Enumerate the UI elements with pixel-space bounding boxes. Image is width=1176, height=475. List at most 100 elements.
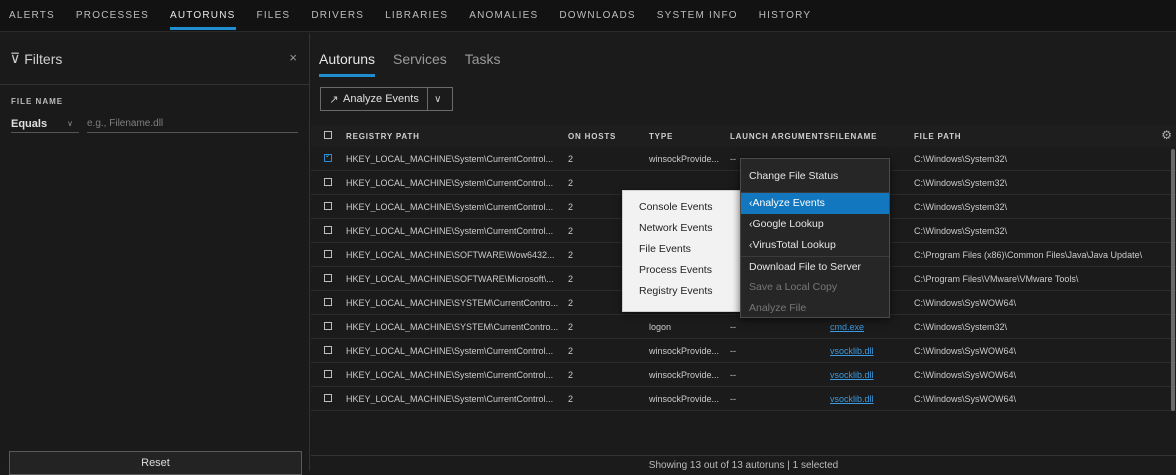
menu-process-events[interactable]: Process Events (623, 260, 747, 281)
nav-history[interactable]: HISTORY (759, 0, 812, 32)
close-icon[interactable]: × (289, 50, 297, 65)
funnel-icon: ⊽ (10, 50, 21, 66)
nav-anomalies[interactable]: ANOMALIES (469, 0, 538, 32)
filename-input[interactable]: e.g., Filename.dll (87, 115, 298, 133)
file-name-label: FILE NAME (11, 97, 64, 106)
nav-processes[interactable]: PROCESSES (76, 0, 149, 32)
column-registry-path[interactable]: REGISTRY PATH (346, 132, 568, 141)
top-navigation: ALERTS PROCESSES AUTORUNS FILES DRIVERS LIBRA… (0, 0, 1176, 32)
menu-analyze-events[interactable]: ‹Analyze Events (741, 193, 889, 214)
cell-type: winsockProvide... (649, 393, 720, 404)
nav-downloads[interactable]: DOWNLOADS (559, 0, 635, 32)
filters-title: Filters (24, 50, 63, 67)
gear-icon[interactable]: ⚙ (1161, 128, 1172, 142)
cell-type: winsockProvide... (649, 345, 720, 356)
filename-link[interactable]: vsocklib.dll (830, 370, 874, 380)
cell-on-hosts: 2 (568, 345, 574, 356)
cell-file-path: C:\Windows\SysWOW64\ (914, 297, 1017, 308)
column-filename[interactable]: FILENAME (830, 132, 914, 141)
checkbox-icon (324, 273, 332, 282)
cell-file-path: C:\Windows\SysWOW64\ (914, 369, 1017, 380)
cell-filename: vsocklib.dll (830, 394, 914, 404)
row-checkbox[interactable] (311, 369, 346, 380)
analyze-events-button[interactable]: ↗ Analyze Events ∨ (320, 87, 453, 111)
checkbox-icon (324, 369, 332, 378)
table-row[interactable]: HKEY_LOCAL_MACHINE\System\CurrentControl… (311, 387, 1176, 411)
row-checkbox[interactable] (311, 153, 346, 164)
select-all-checkbox[interactable] (311, 131, 346, 141)
row-checkbox[interactable] (311, 225, 346, 236)
chevron-down-icon[interactable]: ∨ (428, 94, 448, 105)
filename-link[interactable]: vsocklib.dll (830, 346, 874, 356)
menu-virustotal-lookup[interactable]: ‹VirusTotal Lookup (741, 235, 889, 256)
cell-filename: vsocklib.dll (830, 370, 914, 380)
cell-on-hosts: 2 (568, 369, 574, 380)
menu-virustotal-lookup-label: VirusTotal Lookup (752, 239, 836, 251)
row-checkbox[interactable] (311, 321, 346, 332)
menu-change-file-status[interactable]: Change File Status (741, 159, 889, 193)
cell-registry-path: HKEY_LOCAL_MACHINE\System\CurrentControl… (346, 153, 554, 164)
menu-analyze-file: Analyze File (749, 302, 807, 314)
menu-google-lookup[interactable]: ‹Google Lookup (741, 214, 889, 235)
scrollbar[interactable] (1171, 149, 1175, 411)
menu-file-events[interactable]: File Events (623, 239, 747, 260)
cell-on-hosts: 2 (568, 177, 574, 188)
cell-type: winsockProvide... (649, 369, 720, 380)
menu-save-local-copy: Save a Local Copy (749, 281, 838, 293)
cell-launch-arguments: -- (730, 393, 736, 404)
operator-select[interactable]: Equals ∨ (11, 115, 79, 133)
table-row[interactable]: HKEY_LOCAL_MACHINE\System\CurrentControl… (311, 363, 1176, 387)
row-checkbox[interactable] (311, 177, 346, 188)
tab-autoruns[interactable]: Autoruns (319, 51, 376, 77)
row-checkbox[interactable] (311, 345, 346, 356)
cell-on-hosts: 2 (568, 393, 574, 404)
cell-type: logon (649, 321, 672, 332)
nav-libraries[interactable]: LIBRARIES (385, 0, 448, 32)
filters-header: ⊽ Filters × (0, 33, 309, 85)
column-on-hosts[interactable]: ON HOSTS (568, 132, 649, 141)
cell-registry-path: HKEY_LOCAL_MACHINE\System\CurrentControl… (346, 201, 554, 212)
tab-tasks[interactable]: Tasks (465, 51, 501, 77)
cell-file-path: C:\Program Files (x86)\Common Files\Java… (914, 249, 1143, 260)
cell-filename: vsocklib.dll (830, 346, 914, 356)
filename-link[interactable]: vsocklib.dll (830, 394, 874, 404)
checkbox-icon (324, 393, 332, 402)
row-checkbox[interactable] (311, 273, 346, 284)
nav-files[interactable]: FILES (257, 0, 291, 32)
cell-registry-path: HKEY_LOCAL_MACHINE\System\CurrentControl… (346, 345, 554, 356)
cell-file-path: C:\Program Files\VMware\VMware Tools\ (914, 273, 1079, 284)
column-file-path[interactable]: FILE PATH (914, 132, 1176, 141)
menu-console-events[interactable]: Console Events (623, 197, 747, 218)
nav-alerts[interactable]: ALERTS (9, 0, 55, 32)
row-checkbox[interactable] (311, 393, 346, 404)
cell-file-path: C:\Windows\SysWOW64\ (914, 393, 1017, 404)
cell-file-path: C:\Windows\System32\ (914, 201, 1008, 212)
reset-button[interactable]: Reset (9, 451, 302, 475)
row-checkbox[interactable] (311, 297, 346, 308)
nav-system-info[interactable]: SYSTEM INFO (657, 0, 738, 32)
column-launch-arguments[interactable]: LAUNCH ARGUMENTS (730, 132, 830, 141)
analyze-events-label: Analyze Events (343, 88, 428, 110)
cell-registry-path: HKEY_LOCAL_MACHINE\System\CurrentControl… (346, 177, 554, 188)
tab-services[interactable]: Services (393, 51, 447, 77)
analyze-events-submenu: Console Events Network Events File Event… (622, 190, 748, 312)
cell-registry-path: HKEY_LOCAL_MACHINE\SYSTEM\CurrentContro.… (346, 297, 559, 308)
menu-analyze-events-label: Analyze Events (752, 197, 825, 209)
checkbox-icon (324, 225, 332, 234)
nav-autoruns[interactable]: AUTORUNS (169, 0, 236, 32)
table-row[interactable]: HKEY_LOCAL_MACHINE\System\CurrentControl… (311, 339, 1176, 363)
cell-file-path: C:\Windows\System32\ (914, 153, 1008, 164)
cell-launch-arguments: -- (730, 369, 736, 380)
cell-registry-path: HKEY_LOCAL_MACHINE\SOFTWARE\Wow6432... (346, 249, 555, 260)
row-checkbox[interactable] (311, 201, 346, 212)
column-type[interactable]: TYPE (649, 132, 730, 141)
filename-link[interactable]: cmd.exe (830, 322, 864, 332)
row-checkbox[interactable] (311, 249, 346, 260)
menu-network-events[interactable]: Network Events (623, 218, 747, 239)
menu-registry-events[interactable]: Registry Events (623, 281, 747, 302)
nav-drivers[interactable]: DRIVERS (311, 0, 364, 32)
cell-on-hosts: 2 (568, 153, 574, 164)
cell-launch-arguments: -- (730, 345, 736, 356)
cell-registry-path: HKEY_LOCAL_MACHINE\System\CurrentControl… (346, 369, 554, 380)
menu-download-file[interactable]: Download File to Server (741, 256, 889, 277)
